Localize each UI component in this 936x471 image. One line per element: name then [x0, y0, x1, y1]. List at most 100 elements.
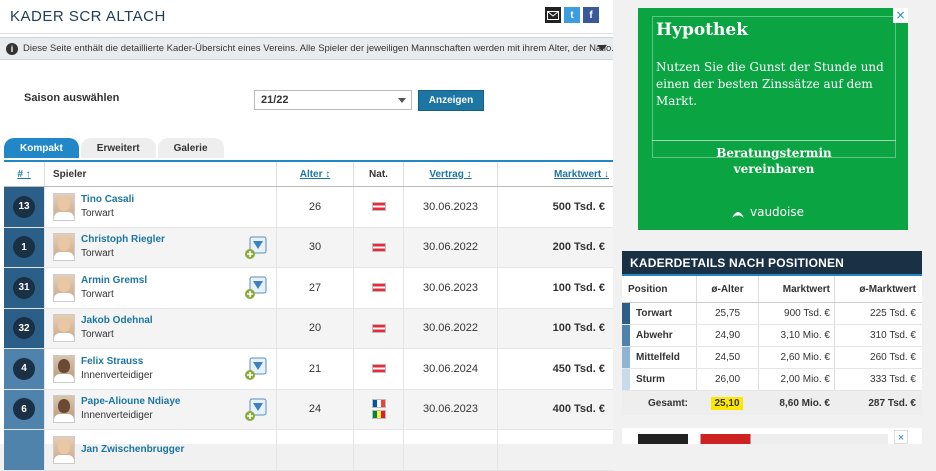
market-value-cell[interactable]: 500 Tsd. €: [497, 187, 613, 227]
former-club-icon[interactable]: [244, 398, 268, 422]
flag-at-icon: [371, 283, 386, 293]
avatar[interactable]: [53, 395, 75, 424]
info-bar[interactable]: i Diese Seite enthält die detaillierte K…: [0, 37, 613, 60]
position-cell: Sturm: [622, 369, 696, 390]
total-avg-age-value: 25,10: [711, 396, 743, 410]
player-position: Torwart: [81, 207, 114, 219]
player-cell: Jakob Odehnal Torwart: [44, 308, 276, 348]
close-icon[interactable]: ×: [894, 430, 908, 444]
shirt-number-cell: 6: [4, 389, 44, 429]
ad-banner-image: [638, 434, 888, 444]
avatar[interactable]: [53, 192, 75, 221]
position-avg-market-value: 333 Tsd. €: [834, 369, 922, 390]
total-avg-age: 25,10: [696, 391, 758, 415]
ad-brand-name: vaudoise: [750, 205, 804, 219]
nationality-cell: [353, 430, 403, 470]
close-icon[interactable]: ×: [893, 8, 908, 23]
shirt-number-cell: 32: [4, 308, 44, 348]
twitter-icon[interactable]: t: [564, 7, 580, 23]
position-avg-market-value: 260 Tsd. €: [834, 347, 922, 368]
flag-sn-icon: [371, 410, 386, 420]
contract-cell: 30.06.2023: [403, 389, 497, 429]
former-club-icon[interactable]: [244, 236, 268, 260]
flag-fr-icon: [371, 399, 386, 409]
tab-erweitert[interactable]: Erweitert: [80, 138, 156, 158]
table-row: 13 Tino Casali Torwart 26 30.06.2023 500…: [4, 187, 613, 228]
position-name: Mittelfeld: [636, 352, 680, 363]
player-name-link[interactable]: Jan Zwischenbrugger: [81, 443, 184, 457]
player-name-link[interactable]: Pape-Alioune Ndiaye: [81, 395, 180, 409]
avatar[interactable]: [53, 273, 75, 302]
expand-arrow-icon[interactable]: [597, 45, 607, 51]
market-value-cell[interactable]: 200 Tsd. €: [497, 227, 613, 267]
player-info: Jakob Odehnal Torwart: [81, 314, 153, 342]
shirt-number: 13: [13, 195, 35, 218]
player-name-link[interactable]: Armin Gremsl: [81, 274, 147, 288]
total-avg-market-value: 287 Tsd. €: [868, 397, 916, 409]
sort-number-header[interactable]: # ↑: [4, 169, 44, 180]
player-name-link[interactable]: Christoph Riegler: [81, 233, 165, 247]
player-name-link[interactable]: Felix Strauss: [81, 355, 153, 369]
shirt-number-cell: [4, 430, 44, 470]
nationality-cell: [353, 227, 403, 267]
position-market-value: 3,10 Mio. €: [758, 325, 834, 346]
flag-at-icon: [371, 202, 386, 212]
position-name: Sturm: [636, 374, 665, 385]
contract-cell: 30.06.2022: [403, 227, 497, 267]
nationality-cell: [353, 389, 403, 429]
position-avg-age: 24,90: [696, 325, 758, 346]
avatar[interactable]: [53, 314, 75, 343]
player-cell: Pape-Alioune Ndiaye Innenverteidiger: [44, 389, 276, 429]
age-cell: 24: [276, 389, 353, 429]
facebook-icon[interactable]: f: [583, 7, 599, 23]
sort-value-header[interactable]: Marktwert ↓: [497, 162, 613, 186]
ad-cta[interactable]: Beratungstermin vereinbaren: [652, 140, 896, 177]
season-label: Saison auswählen: [24, 92, 120, 104]
show-button[interactable]: Anzeigen: [418, 90, 484, 111]
contract-cell: 30.06.2022: [403, 308, 497, 348]
avatar[interactable]: [53, 354, 75, 383]
former-club-icon[interactable]: [244, 357, 268, 381]
advertisement[interactable]: Hypothek Nutzen Sie die Gunst der Stunde…: [638, 8, 908, 230]
shirt-number: 1: [13, 236, 35, 259]
flag-at-icon: [371, 242, 386, 252]
position-name: Torwart: [636, 308, 672, 319]
ad-cta-line1: Beratungstermin: [716, 146, 832, 160]
position-avg-age: 26,00: [696, 369, 758, 390]
market-value-cell[interactable]: 100 Tsd. €: [497, 308, 613, 348]
market-value-cell[interactable]: 100 Tsd. €: [497, 268, 613, 308]
position-row: Mittelfeld 24,50 2,60 Mio. € 260 Tsd. €: [622, 347, 922, 369]
season-select[interactable]: 21/22: [254, 90, 412, 110]
avatar[interactable]: [53, 233, 75, 262]
squad-details-panel: KADERDETAILS NACH POSITIONEN Position ø-…: [622, 251, 922, 415]
market-value-cell[interactable]: 450 Tsd. €: [497, 349, 613, 389]
envelope-icon[interactable]: [545, 7, 561, 23]
flag-at-icon: [371, 323, 386, 333]
vaudoise-logo-icon: [732, 212, 744, 218]
sort-age-header[interactable]: Alter ↕: [276, 162, 353, 186]
avatar[interactable]: [53, 435, 75, 464]
squad-details-title: KADERDETAILS NACH POSITIONEN: [622, 251, 922, 276]
former-club-icon[interactable]: [244, 276, 268, 300]
position-cell: Torwart: [622, 303, 696, 324]
age-cell: 21: [276, 349, 353, 389]
sort-contract-header[interactable]: Vertrag ↕: [403, 162, 497, 186]
player-position: Torwart: [81, 248, 114, 260]
age-cell: 20: [276, 308, 353, 348]
position-header: Position: [628, 283, 668, 295]
squad-details-total: Gesamt: 25,10 8,60 Mio. € 287 Tsd. €: [622, 391, 922, 415]
tab-galerie[interactable]: Galerie: [157, 138, 224, 158]
player-position: Innenverteidiger: [81, 410, 153, 422]
player-name-link[interactable]: Tino Casali: [81, 193, 134, 207]
shirt-number: 32: [13, 317, 35, 340]
tab-kompakt[interactable]: Kompakt: [4, 138, 79, 158]
market-value-cell[interactable]: 400 Tsd. €: [497, 389, 613, 429]
second-advertisement[interactable]: ×: [622, 428, 922, 444]
market-value-cell[interactable]: [497, 430, 613, 470]
market-value-header: Marktwert: [758, 276, 834, 302]
position-avg-market-value: 225 Tsd. €: [834, 303, 922, 324]
squad-table: # ↑ Spieler Alter ↕ Nat. Vertrag ↕ Markt…: [4, 160, 613, 471]
table-header: # ↑ Spieler Alter ↕ Nat. Vertrag ↕ Markt…: [4, 160, 613, 187]
position-cell: Abwehr: [622, 325, 696, 346]
player-name-link[interactable]: Jakob Odehnal: [81, 314, 153, 328]
